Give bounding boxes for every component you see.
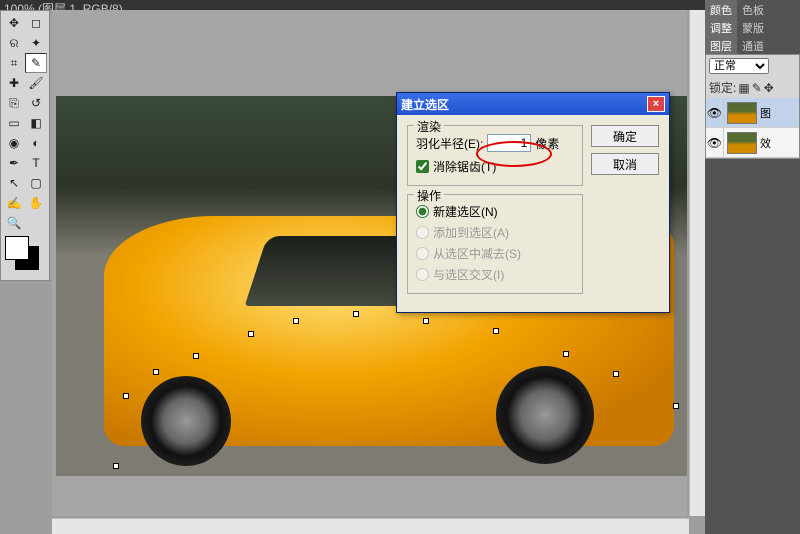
op-sub-radio [416,247,429,260]
note-tool[interactable]: ✍ [3,193,25,213]
antialias-label: 消除锯齿(T) [433,158,496,175]
zoom-tool[interactable]: 🔍 [3,213,25,233]
render-legend: 渲染 [414,118,444,135]
op-add-label: 添加到选区(A) [433,224,509,241]
dodge-tool[interactable]: ◐ [25,133,47,153]
path-anchor[interactable] [248,331,254,337]
tab-layers[interactable]: 图层 [705,36,737,54]
path-anchor[interactable] [673,403,679,409]
visibility-icon[interactable]: 👁 [706,128,724,157]
path-anchor[interactable] [613,371,619,377]
path-anchor[interactable] [493,328,499,334]
layer-name: 效 [760,135,799,151]
layer-row[interactable]: 👁图 [706,98,799,128]
wand-tool[interactable]: ✦ [25,33,47,53]
eraser-tool[interactable]: ▭ [3,113,25,133]
render-group: 渲染 羽化半径(E): 像素 消除锯齿(T) [407,125,583,186]
tab-color[interactable]: 颜色 [705,0,737,18]
pen-tool[interactable]: ✒ [3,153,25,173]
visibility-icon[interactable]: 👁 [706,98,724,127]
color-tabs: 颜色 色板 [705,0,800,18]
path-anchor[interactable] [293,318,299,324]
crop-tool[interactable]: ⌗ [3,53,25,73]
op-int-label: 与选区交叉(I) [433,266,504,283]
path-anchor[interactable] [113,463,119,469]
blur-tool[interactable]: ◉ [3,133,25,153]
eyedrop-tool[interactable]: ✎ [25,53,47,73]
adjust-tabs: 调整 蒙版 [705,18,800,36]
path-anchor[interactable] [123,393,129,399]
gradient-tool[interactable]: ◧ [25,113,47,133]
cancel-button[interactable]: 取消 [591,153,659,175]
feather-label: 羽化半径(E): [416,135,483,152]
path-anchor[interactable] [193,353,199,359]
operation-legend: 操作 [414,187,444,204]
path-anchor[interactable] [153,369,159,375]
lock-position-icon[interactable]: ✥ [764,81,774,95]
make-selection-dialog: 建立选区 × 渲染 羽化半径(E): 像素 消除锯齿(T) 操作 [396,92,670,313]
ok-button[interactable]: 确定 [591,125,659,147]
lasso-tool[interactable]: ର [3,33,25,53]
antialias-checkbox[interactable] [416,160,429,173]
tab-channels[interactable]: 通道 [737,36,769,54]
feather-input[interactable] [487,134,531,152]
op-sub-label: 从选区中减去(S) [433,245,521,262]
heal-tool[interactable]: ✚ [3,73,25,93]
layer-list: 👁图👁效 [706,98,799,158]
close-icon[interactable]: × [647,96,665,112]
layer-row[interactable]: 👁效 [706,128,799,158]
feather-unit: 像素 [535,135,559,152]
lock-transparency-icon[interactable]: ▦ [738,81,749,95]
brush-tool[interactable]: 🖌 [25,73,47,93]
document-info: 100% (图层 1, RGB/8) [4,2,123,10]
layers-tabs: 图层 通道 [705,36,800,54]
shape-tool[interactable]: ▢ [25,173,47,193]
dialog-title: 建立选区 [401,96,647,113]
empty-tool [25,213,47,233]
vertical-scrollbar[interactable] [689,10,705,516]
lock-label: 锁定: [709,79,736,96]
operation-group: 操作 新建选区(N) 添加到选区(A) 从选区中减去(S) 与选区交叉(I) [407,194,583,294]
foreground-swatch[interactable] [5,236,29,260]
tab-mask[interactable]: 蒙版 [737,18,769,36]
path-tool[interactable]: ↖ [3,173,25,193]
layer-thumbnail [727,102,757,124]
blend-mode-select[interactable]: 正常 [709,58,769,74]
stamp-tool[interactable]: ⎘ [3,93,25,113]
layer-name: 图 [760,105,799,121]
type-tool[interactable]: T [25,153,47,173]
op-int-radio [416,268,429,281]
dialog-titlebar[interactable]: 建立选区 × [397,93,669,115]
history-tool[interactable]: ↺ [25,93,47,113]
horizontal-scrollbar[interactable] [52,518,689,534]
move-tool[interactable]: ✥ [3,13,25,33]
tab-adjust[interactable]: 调整 [705,18,737,36]
lock-pixels-icon[interactable]: ✎ [752,81,762,95]
hand-tool[interactable]: ✋ [25,193,47,213]
path-anchor[interactable] [423,318,429,324]
op-new-radio[interactable] [416,205,429,218]
op-add-radio [416,226,429,239]
layer-thumbnail [727,132,757,154]
tab-swatches[interactable]: 色板 [737,0,769,18]
op-new-label: 新建选区(N) [433,203,498,220]
toolbox: ✥◻ର✦⌗✎✚🖌⎘↺▭◧◉◐✒T↖▢✍✋🔍 [0,10,50,281]
right-panels: 颜色 色板 调整 蒙版 图层 通道 正常 锁定: ▦ ✎ ✥ 👁图👁效 [705,0,800,534]
path-anchor[interactable] [563,351,569,357]
marquee-tool[interactable]: ◻ [25,13,47,33]
path-anchor[interactable] [353,311,359,317]
